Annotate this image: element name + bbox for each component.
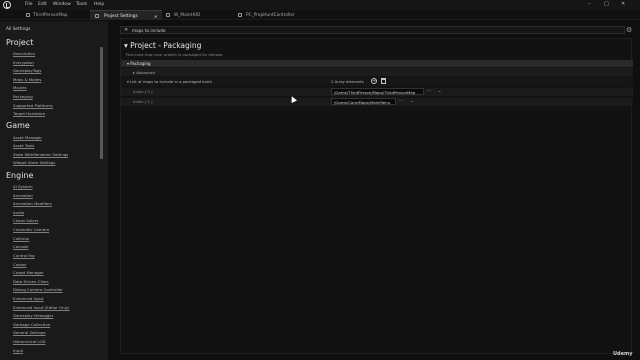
- chevron-down-icon[interactable]: ⌄: [410, 98, 413, 103]
- tab-pc-prophuntcontroller[interactable]: PC_PropHuntController: [238, 10, 328, 20]
- sidebar-item[interactable]: Crowd Manager: [13, 270, 44, 275]
- sidebar-item[interactable]: Garbage Collection: [13, 322, 50, 327]
- advanced-row[interactable]: [121, 68, 633, 76]
- sidebar-item[interactable]: GameplayTags: [13, 68, 41, 73]
- sidebar-item[interactable]: Data Driven CVars: [13, 279, 49, 284]
- sidebar-item[interactable]: Control Rig: [13, 253, 35, 258]
- widget-icon: [166, 13, 170, 17]
- sidebar-item[interactable]: Encryption: [13, 60, 34, 65]
- advanced-label: ▸ Advanced: [133, 70, 155, 75]
- minimize-icon[interactable]: –: [588, 1, 591, 7]
- sidebar-item[interactable]: Gameplay Debugger: [13, 313, 53, 318]
- chevron-down-icon[interactable]: ⌄: [438, 88, 441, 93]
- tab-thirdpersonmap[interactable]: ThirdPersonMap: [26, 10, 86, 20]
- page-title-text: Project - Packaging: [130, 41, 202, 50]
- sidebar-item[interactable]: Description: [13, 51, 35, 56]
- sidebar-item[interactable]: Cooker: [13, 262, 27, 267]
- trash-icon[interactable]: [381, 78, 386, 84]
- category-label-text: Packaging: [130, 61, 151, 66]
- map-path-field[interactable]: /Game/ThirdPerson/Maps/ThirdPersonMap: [331, 88, 424, 95]
- menu-help[interactable]: Help: [94, 2, 104, 7]
- level-icon: [26, 13, 30, 17]
- sidebar-item[interactable]: Hierarchical LOD: [13, 339, 46, 344]
- advanced-label-text: Advanced: [136, 70, 155, 75]
- menu-file[interactable]: File: [25, 2, 33, 7]
- clear-search-icon[interactable]: ✕: [124, 27, 128, 33]
- add-element-button[interactable]: +: [371, 78, 377, 84]
- sidebar-item[interactable]: Enhanced Input (Editor Only): [13, 305, 70, 310]
- unreal-logo-icon[interactable]: [3, 1, 11, 9]
- sidebar-item[interactable]: Maps & Modes: [13, 77, 41, 82]
- tab-label: Project Settings: [104, 14, 138, 19]
- sidebar-item[interactable]: State WithRenderer Settings: [13, 152, 68, 157]
- sidebar-item[interactable]: AI System: [13, 184, 33, 189]
- browse-button[interactable]: ...: [427, 88, 431, 93]
- all-settings-link[interactable]: All Settings: [6, 27, 30, 32]
- index-label: Index [ 0 ]: [133, 89, 153, 94]
- array-count: 2 Array elements: [331, 79, 364, 84]
- menu-window[interactable]: Window: [53, 2, 71, 7]
- sidebar-item[interactable]: Audio: [13, 210, 24, 215]
- sidebar-item[interactable]: Input: [13, 348, 23, 353]
- sidebar-item[interactable]: Supported Platforms: [13, 103, 53, 108]
- sidebar-item[interactable]: Chaos Solver: [13, 218, 38, 223]
- settings-sidebar: All Settings Project Description Encrypt…: [0, 21, 108, 360]
- search-input[interactable]: [132, 27, 612, 33]
- maximize-icon[interactable]: □: [604, 1, 609, 7]
- tab-label: ThirdPersonMap: [33, 13, 68, 18]
- blueprint-icon: [238, 13, 242, 17]
- sidebar-item[interactable]: General Settings: [13, 330, 46, 335]
- page-description: Fine-tune how your project is packaged f…: [126, 52, 224, 57]
- browse-button[interactable]: ...: [399, 98, 403, 103]
- section-title-engine: Engine: [6, 171, 34, 180]
- settings-tab-icon: [95, 14, 99, 18]
- details-panel: ▾ Project - Packaging Fine-tune how your…: [120, 38, 633, 354]
- property-label-text: List of maps to include in a packaged bu…: [130, 79, 212, 84]
- tab-w-mainhud[interactable]: W_MainHUD: [166, 10, 226, 20]
- map-path-field[interactable]: /Game/Core/Maps/MainMenu: [331, 98, 396, 105]
- tab-project-settings[interactable]: Project Settings ✕: [90, 10, 162, 20]
- sidebar-scrollbar[interactable]: [100, 47, 103, 159]
- property-label: ▾ List of maps to include in a packaged …: [127, 79, 212, 84]
- tab-label: W_MainHUD: [174, 13, 201, 18]
- sidebar-item[interactable]: Movies: [13, 85, 27, 90]
- close-tab-icon[interactable]: ✕: [154, 14, 157, 19]
- settings-main-panel: ✕ ⚙ ▾ Project - Packaging Fine-tune how …: [108, 21, 640, 360]
- watermark: Udemy: [613, 351, 633, 357]
- sidebar-item[interactable]: Animation Modifiers: [13, 201, 52, 206]
- sidebar-item[interactable]: Enhanced Input: [13, 296, 44, 301]
- category-header-packaging[interactable]: [121, 60, 633, 67]
- sidebar-item[interactable]: Target Hardware: [13, 111, 45, 116]
- index-label: Index [ 1 ]: [133, 99, 153, 104]
- menu-tools[interactable]: Tools: [76, 2, 87, 7]
- sidebar-item[interactable]: Debug Camera Controller: [13, 287, 63, 292]
- menu-bar: File Edit Window Tools Help – □ ✕: [0, 0, 640, 10]
- sidebar-item[interactable]: Cinematic Camera: [13, 227, 49, 232]
- close-window-icon[interactable]: ✕: [621, 1, 625, 7]
- section-title-game: Game: [6, 121, 30, 130]
- sidebar-item[interactable]: Widget State Settings: [13, 160, 55, 165]
- gear-icon[interactable]: ⚙: [626, 26, 632, 34]
- category-label: ▾ Packaging: [127, 61, 151, 66]
- sidebar-item[interactable]: Collision: [13, 236, 29, 241]
- tab-label: PC_PropHuntController: [246, 13, 295, 18]
- page-title: ▾ Project - Packaging: [124, 41, 202, 50]
- section-title-project: Project: [6, 38, 34, 47]
- sidebar-item[interactable]: Animation: [13, 193, 33, 198]
- sidebar-item[interactable]: Asset Manager: [13, 135, 42, 140]
- sidebar-item[interactable]: Console: [13, 244, 28, 249]
- sidebar-item-packaging[interactable]: Packaging: [13, 94, 33, 99]
- menu-edit[interactable]: Edit: [38, 2, 47, 7]
- tab-bar: ThirdPersonMap Project Settings ✕ W_Main…: [0, 10, 640, 20]
- sidebar-item[interactable]: Asset Tools: [13, 143, 34, 148]
